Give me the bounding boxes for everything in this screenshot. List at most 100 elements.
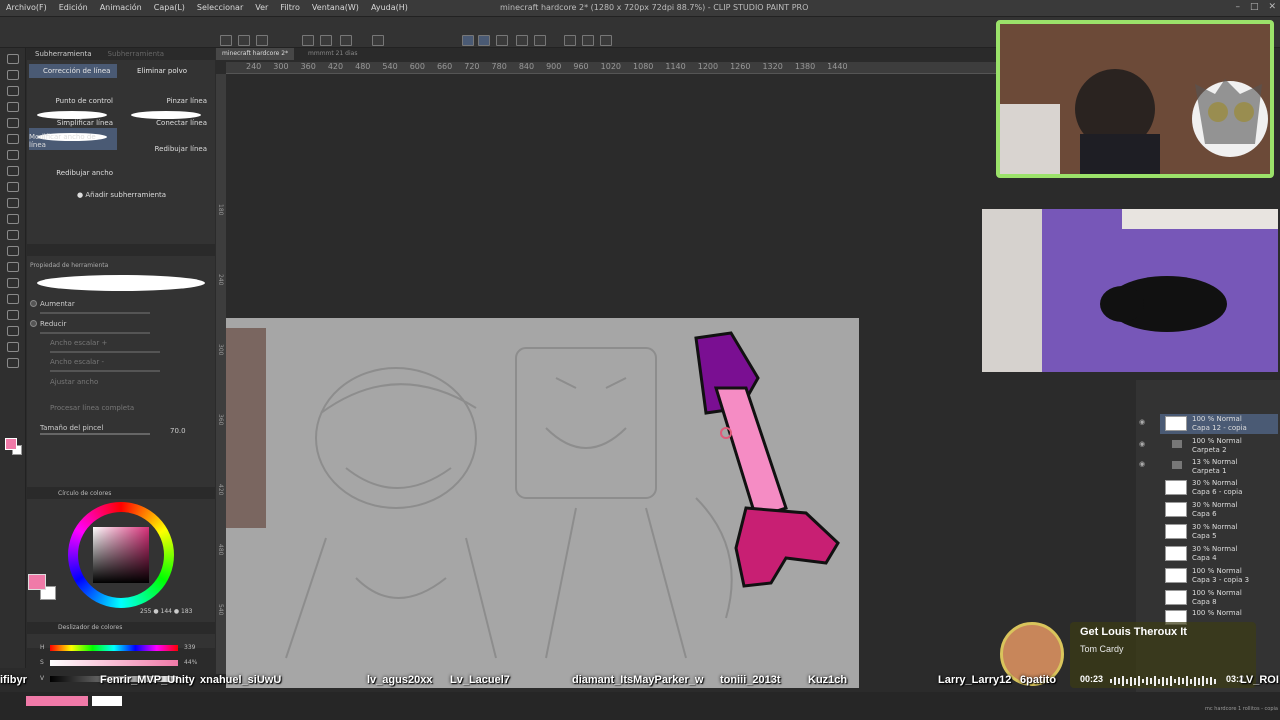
transform-icon[interactable] xyxy=(340,35,352,46)
minimize-icon[interactable]: – xyxy=(1235,2,1240,12)
tab-subtool[interactable]: Subherramienta xyxy=(27,48,100,60)
maximize-icon[interactable]: □ xyxy=(1250,2,1259,12)
brush-simplify-line[interactable]: Simplificar línea xyxy=(29,106,117,128)
ruler-tick: 180 xyxy=(217,204,224,216)
canvas-paper[interactable] xyxy=(226,318,859,688)
brush-size-value[interactable]: 70.0 xyxy=(170,427,186,435)
main-color-chip[interactable] xyxy=(5,438,17,450)
menu-ver[interactable]: Ver xyxy=(255,3,268,12)
ruler-tick: 1320 xyxy=(762,62,783,71)
menu-capa[interactable]: Capa(L) xyxy=(154,3,185,12)
figure-tool-icon[interactable] xyxy=(7,278,19,288)
decoration-tool-icon[interactable] xyxy=(7,198,19,208)
tab-subtool-2[interactable]: Subherramienta xyxy=(100,48,173,60)
ruler-tick: 1440 xyxy=(827,62,848,71)
layer-item[interactable]: 30 % Normal Capa 6 xyxy=(1160,500,1278,520)
open-file-icon[interactable] xyxy=(238,35,250,46)
eye-icon[interactable]: ◉ xyxy=(1139,440,1145,448)
blend-tool-icon[interactable] xyxy=(7,230,19,240)
option-adjust-width[interactable]: Ajustar ancho xyxy=(50,378,98,386)
fill-tool-icon[interactable] xyxy=(7,246,19,256)
brush-redraw-line[interactable]: Redibujar línea xyxy=(123,132,211,154)
fill-icon[interactable] xyxy=(564,35,576,46)
airbrush-tool-icon[interactable] xyxy=(7,182,19,192)
snap-ruler-icon[interactable] xyxy=(478,35,490,46)
balloon-tool-icon[interactable] xyxy=(7,342,19,352)
layer-item[interactable]: 30 % Normal Capa 4 xyxy=(1160,544,1278,564)
settings-icon[interactable] xyxy=(600,35,612,46)
brush-control-point[interactable]: Punto de control xyxy=(29,84,117,106)
undo-icon[interactable] xyxy=(302,35,314,46)
correct-line-tool-icon[interactable] xyxy=(7,358,19,368)
layer-item[interactable]: 100 % Normal Capa 8 xyxy=(1160,588,1278,608)
rotate-icon[interactable] xyxy=(516,35,528,46)
layer-item[interactable]: 100 % Normal Capa 3 - copia 3 xyxy=(1160,566,1278,586)
menu-animacion[interactable]: Animación xyxy=(100,3,142,12)
menu-edicion[interactable]: Edición xyxy=(59,3,88,12)
horizontal-ruler: 240 300 360 420 480 540 600 660 720 780 … xyxy=(226,62,996,74)
brush-connect-line[interactable]: Conectar línea xyxy=(123,106,211,128)
menu-seleccionar[interactable]: Seleccionar xyxy=(197,3,243,12)
move-tool-icon[interactable] xyxy=(7,70,19,80)
option-process-whole-line[interactable]: Procesar línea completa xyxy=(50,404,134,412)
rgb-readout: 255 ● 144 ● 183 xyxy=(140,608,193,615)
brush-size-slider[interactable] xyxy=(40,433,150,435)
layer-item[interactable]: 30 % Normal Capa 5 xyxy=(1160,522,1278,542)
add-subtool-button[interactable]: ● Añadir subherramienta xyxy=(77,191,166,199)
menu-filtro[interactable]: Filtro xyxy=(280,3,300,12)
pen-tool-icon[interactable] xyxy=(7,134,19,144)
layer-item[interactable]: 13 % Normal Carpeta 1 xyxy=(1160,457,1278,477)
color-set-white[interactable] xyxy=(92,696,122,706)
grid-icon[interactable] xyxy=(582,35,594,46)
webcam-overlay xyxy=(996,20,1274,178)
tab-document-inactive[interactable]: mmmmt 21 dias xyxy=(302,48,363,60)
menu-ayuda[interactable]: Ayuda(H) xyxy=(371,3,408,12)
option-scale-plus[interactable]: Ancho escalar + xyxy=(50,339,107,347)
brush-redraw-width[interactable]: Redibujar ancho xyxy=(29,156,117,178)
layer-blend: 13 % Normal xyxy=(1192,458,1238,466)
brush-pinch-line[interactable]: Pinzar línea xyxy=(123,84,211,106)
selection-tool-icon[interactable] xyxy=(7,102,19,112)
option-decrease[interactable]: Reducir xyxy=(30,320,66,328)
zoom-tool-icon[interactable] xyxy=(7,54,19,64)
saturation-value-square[interactable] xyxy=(93,527,149,583)
layer-item[interactable]: 30 % Normal Capa 6 - copia xyxy=(1160,478,1278,498)
add-subtool-label: Añadir subherramienta xyxy=(85,191,167,199)
color-wheel[interactable] xyxy=(68,502,174,608)
brush-tool-icon[interactable] xyxy=(7,166,19,176)
hue-slider[interactable] xyxy=(50,645,178,651)
eye-icon[interactable]: ◉ xyxy=(1139,418,1145,426)
group-correct-line[interactable]: Corrección de línea xyxy=(29,64,117,78)
eyedropper-tool-icon[interactable] xyxy=(7,118,19,128)
ruler-tool-icon[interactable] xyxy=(7,310,19,320)
group-remove-dust[interactable]: Eliminar polvo xyxy=(123,64,213,78)
tab-document-active[interactable]: minecraft hardcore 2* xyxy=(216,48,295,60)
operation-tool-icon[interactable] xyxy=(7,86,19,96)
eye-icon[interactable]: ◉ xyxy=(1139,460,1145,468)
close-icon[interactable]: ✕ xyxy=(1268,2,1276,12)
save-icon[interactable] xyxy=(256,35,268,46)
main-color-swatch[interactable] xyxy=(28,574,46,590)
brush-modify-width[interactable]: Modificar ancho de línea xyxy=(29,128,117,150)
option-scale-minus[interactable]: Ancho escalar - xyxy=(50,358,104,366)
song-title: Get Louis Theroux It xyxy=(1080,626,1187,638)
pencil-tool-icon[interactable] xyxy=(7,150,19,160)
color-set-pink[interactable] xyxy=(26,696,88,706)
snap-icon[interactable] xyxy=(462,35,474,46)
menu-ventana[interactable]: Ventana(W) xyxy=(312,3,359,12)
saturation-slider[interactable] xyxy=(50,660,178,666)
ruler-tick: 420 xyxy=(217,484,224,496)
gradient-tool-icon[interactable] xyxy=(7,262,19,272)
new-file-icon[interactable] xyxy=(220,35,232,46)
clear-icon[interactable] xyxy=(372,35,384,46)
frame-tool-icon[interactable] xyxy=(7,294,19,304)
option-increase[interactable]: Aumentar xyxy=(30,300,75,308)
text-tool-icon[interactable] xyxy=(7,326,19,336)
eraser-tool-icon[interactable] xyxy=(7,214,19,224)
crop-icon[interactable] xyxy=(534,35,546,46)
menu-archivo[interactable]: Archivo(F) xyxy=(6,3,47,12)
pen-icon[interactable] xyxy=(496,35,508,46)
layer-item[interactable]: 100 % Normal Capa 12 - copia xyxy=(1160,414,1278,434)
layer-item[interactable]: 100 % Normal Carpeta 2 xyxy=(1160,436,1278,456)
redo-icon[interactable] xyxy=(320,35,332,46)
